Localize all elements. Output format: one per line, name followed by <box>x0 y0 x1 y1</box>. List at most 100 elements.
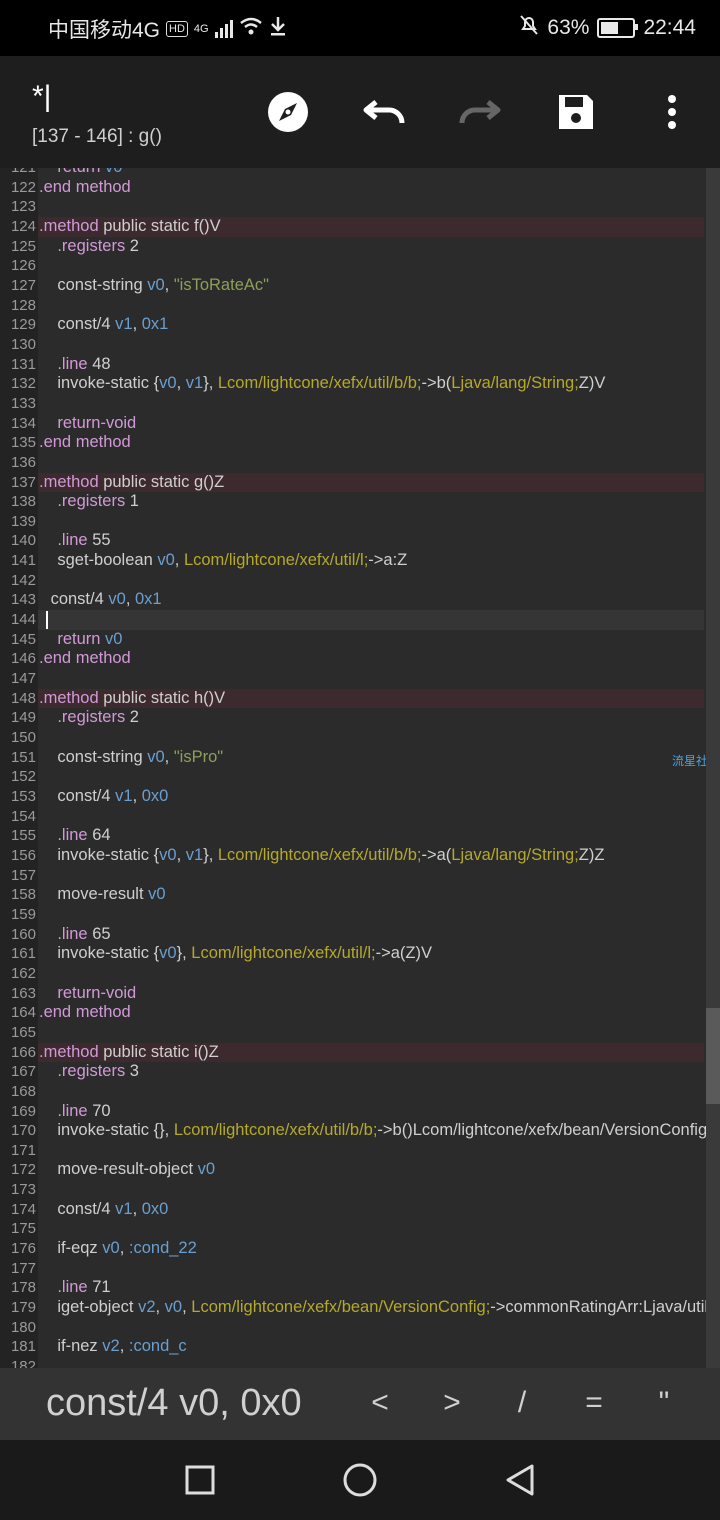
code-line[interactable]: 178 .line 71 <box>0 1278 704 1299</box>
code-line[interactable]: 153 const/4 v1, 0x0 <box>0 787 704 807</box>
code-line[interactable]: 139 <box>0 511 704 532</box>
code-line[interactable]: 164 .end method <box>0 1003 704 1023</box>
code-line[interactable]: 167 .registers 3 <box>0 1062 704 1082</box>
suggestion-text[interactable]: const/4 v0, 0x0 <box>46 1382 302 1425</box>
line-number: 162 <box>0 963 38 984</box>
scrollbar-thumb[interactable] <box>706 1008 720 1104</box>
code-text: return-void <box>57 413 137 432</box>
key-greater-than[interactable]: > <box>432 1386 472 1420</box>
code-line[interactable]: 124 .method public static f()V <box>0 216 704 237</box>
code-line[interactable]: 171 <box>0 1140 704 1161</box>
code-line[interactable]: 125 .registers 2 <box>0 236 704 257</box>
code-line[interactable]: 179 iget-object v2, v0, Lcom/lightcone/x… <box>0 1298 713 1318</box>
code-line[interactable]: 133 <box>0 393 704 414</box>
line-number: 172 <box>0 1160 38 1181</box>
code-line[interactable]: 148 .method public static h()V <box>0 688 704 709</box>
code-line[interactable]: 150 <box>0 728 704 748</box>
key-slash[interactable]: / <box>502 1386 542 1420</box>
code-line[interactable]: 176 if-eqz v0, :cond_22 <box>0 1239 704 1259</box>
back-button[interactable] <box>498 1458 542 1502</box>
code-line[interactable]: 182 <box>0 1357 704 1368</box>
code-line[interactable]: 145 return v0 <box>0 629 704 650</box>
code-text: const/4 v1, 0x0 <box>39 1199 169 1218</box>
key-less-than[interactable]: < <box>360 1386 400 1420</box>
code-line[interactable]: 147 <box>0 669 704 689</box>
code-line[interactable]: 122 .end method <box>0 177 704 198</box>
code-line[interactable]: 181 if-nez v2, :cond_c <box>0 1337 704 1358</box>
code-line[interactable]: 170 invoke-static {}, Lcom/lightcone/xef… <box>0 1121 707 1141</box>
code-text: .registers 2 <box>57 708 139 727</box>
code-line[interactable]: 149 .registers 2 <box>0 708 704 729</box>
code-line[interactable]: 175 <box>0 1219 704 1240</box>
code-line[interactable]: 160 .line 65 <box>0 924 704 945</box>
code-text: .line 70 <box>57 1101 111 1120</box>
text-cursor <box>46 610 48 629</box>
line-number: 156 <box>0 845 38 866</box>
code-line[interactable]: 137 .method public static g()Z <box>0 472 704 493</box>
network-type: 4G <box>193 23 209 35</box>
code-text: .method public static f()V <box>39 216 221 235</box>
code-line[interactable]: 173 <box>0 1180 704 1200</box>
code-text: sget-boolean v0, Lcom/lightcone/xefx/uti… <box>39 551 408 570</box>
code-line[interactable]: 129 const/4 v1, 0x1 <box>0 315 704 335</box>
line-number: 123 <box>0 197 38 217</box>
code-line[interactable]: 126 <box>0 256 704 276</box>
code-line[interactable]: 180 <box>0 1317 704 1338</box>
navigate-button[interactable] <box>262 86 314 138</box>
code-line[interactable]: 156 invoke-static {v0, v1}, Lcom/lightco… <box>0 845 704 866</box>
code-line[interactable]: 174 const/4 v1, 0x0 <box>0 1199 704 1220</box>
key-quote[interactable]: " <box>644 1386 684 1420</box>
code-line[interactable]: 168 <box>0 1081 704 1102</box>
code-line[interactable]: 152 <box>0 767 704 787</box>
scrollbar[interactable] <box>706 168 720 1368</box>
code-lines: 121 return v0122.end method123124.method… <box>0 168 713 1368</box>
quick-input-bar: const/4 v0, 0x0 < > / = " <box>0 1368 720 1440</box>
code-line[interactable]: 157 <box>0 865 704 886</box>
code-text: iget-object v2, v0, Lcom/lightcone/xefx/… <box>39 1298 713 1317</box>
code-line[interactable]: 138 .registers 1 <box>0 492 704 512</box>
code-line[interactable]: 135 .end method <box>0 433 704 453</box>
code-text: .method public static h()V <box>39 688 226 707</box>
code-line[interactable]: 141 sget-boolean v0, Lcom/lightcone/xefx… <box>0 551 704 571</box>
line-number: 177 <box>0 1258 38 1279</box>
code-line[interactable]: 159 <box>0 904 704 925</box>
code-line[interactable]: 132 invoke-static {v0, v1}, Lcom/lightco… <box>0 374 704 394</box>
code-line[interactable]: 161 invoke-static {v0}, Lcom/lightcone/x… <box>0 944 704 964</box>
code-line[interactable]: 169 .line 70 <box>0 1101 704 1122</box>
code-line[interactable]: 155 .line 64 <box>0 826 704 846</box>
key-equals[interactable]: = <box>574 1386 614 1420</box>
code-line[interactable]: 143 const/4 v0, 0x1 <box>0 590 704 611</box>
code-line[interactable]: 121 return v0 <box>0 168 704 178</box>
code-line[interactable]: 131 .line 48 <box>0 354 704 375</box>
save-button[interactable] <box>550 86 602 138</box>
home-button[interactable] <box>338 1458 382 1502</box>
code-line[interactable]: 140 .line 55 <box>0 531 704 552</box>
code-line[interactable]: 136 <box>0 452 704 473</box>
code-line[interactable]: 130 <box>0 334 704 355</box>
code-line[interactable]: 172 move-result-object v0 <box>0 1160 704 1181</box>
code-line[interactable]: 123 <box>0 197 704 217</box>
code-line[interactable]: 128 <box>0 295 704 316</box>
code-line[interactable]: 142 <box>0 570 704 591</box>
undo-button[interactable] <box>358 86 410 138</box>
code-editor[interactable]: 121 return v0122.end method123124.method… <box>0 168 720 1368</box>
more-button[interactable] <box>646 86 698 138</box>
code-line[interactable]: 151 const-string v0, "isPro" <box>0 747 704 768</box>
line-number: 124 <box>0 216 38 237</box>
line-number: 178 <box>0 1278 38 1299</box>
redo-button[interactable] <box>454 86 506 138</box>
recents-button[interactable] <box>178 1458 222 1502</box>
code-line[interactable]: 166 .method public static i()Z <box>0 1042 704 1063</box>
code-line[interactable]: 144 <box>0 610 704 630</box>
code-line[interactable]: 158 move-result v0 <box>0 885 704 905</box>
code-line[interactable]: 146 .end method <box>0 649 704 670</box>
code-text: .registers 2 <box>57 236 139 255</box>
code-line[interactable]: 163 return-void <box>0 983 704 1004</box>
code-line[interactable]: 154 <box>0 806 704 827</box>
code-line[interactable]: 134 return-void <box>0 413 704 434</box>
code-line[interactable]: 165 <box>0 1022 704 1043</box>
code-line[interactable]: 127 const-string v0, "isToRateAc" <box>0 275 704 296</box>
system-nav-bar <box>0 1440 720 1520</box>
code-line[interactable]: 162 <box>0 963 704 984</box>
code-line[interactable]: 177 <box>0 1258 704 1279</box>
